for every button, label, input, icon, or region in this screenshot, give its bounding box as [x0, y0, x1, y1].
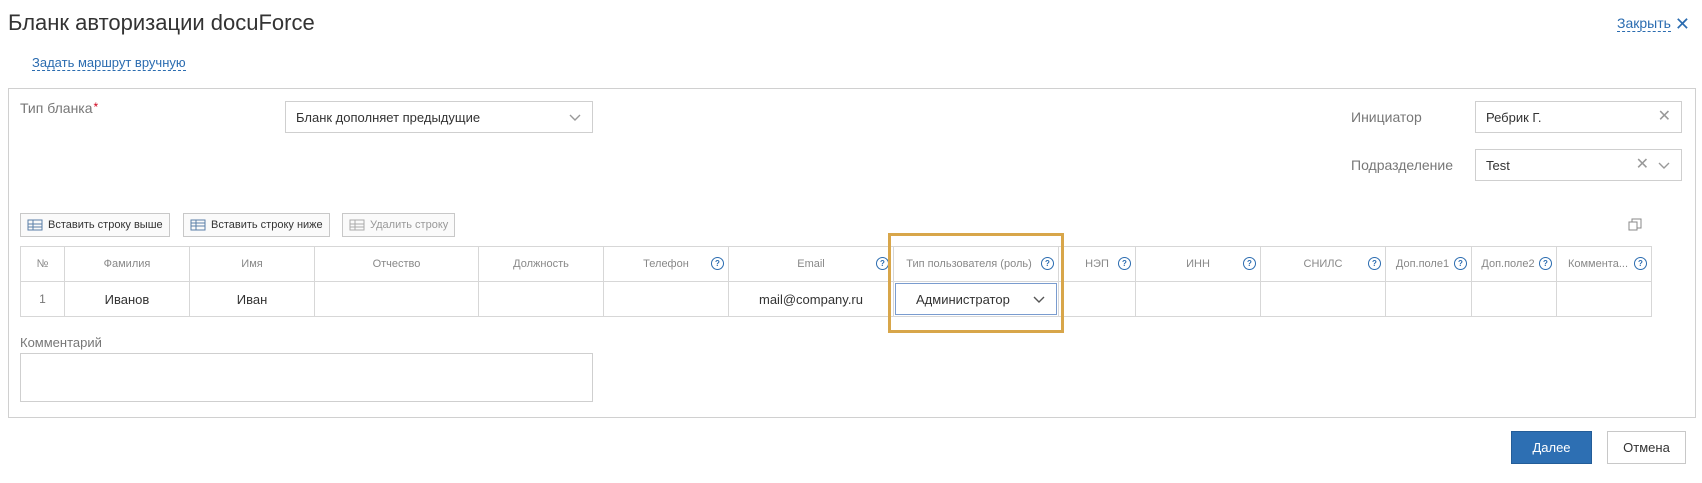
col-header-label: Коммента... [1567, 258, 1629, 270]
comment-label: Комментарий [20, 335, 102, 350]
cell-position[interactable] [478, 281, 604, 317]
department-label: Подразделение [1351, 157, 1454, 173]
chevron-down-icon[interactable] [1032, 292, 1046, 306]
manual-route-link[interactable]: Задать маршрут вручную [32, 55, 186, 71]
help-icon[interactable]: ? [1243, 257, 1256, 270]
cell-comment[interactable] [1556, 281, 1652, 317]
initiator-select[interactable]: Ребрик Г. ✕ [1475, 101, 1682, 133]
col-header-label: ИНН [1186, 258, 1210, 270]
role-select[interactable]: Администратор [895, 283, 1057, 315]
cell-snils[interactable] [1260, 281, 1386, 317]
cell-inn[interactable] [1135, 281, 1261, 317]
insert-row-above-icon [27, 219, 43, 231]
col-header-email: Email? [728, 246, 894, 282]
col-header-label: Телефон [643, 258, 689, 270]
help-icon[interactable]: ? [1041, 257, 1054, 270]
col-header-extra2: Доп.поле2? [1471, 246, 1557, 282]
insert-row-above-button[interactable]: Вставить строку выше [20, 213, 170, 237]
cancel-button[interactable]: Отмена [1607, 431, 1686, 464]
col-header-phone: Телефон? [603, 246, 729, 282]
blank-type-label: Тип бланка* [20, 100, 98, 116]
delete-row-button[interactable]: Удалить строку [342, 213, 456, 237]
insert-row-below-button[interactable]: Вставить строку ниже [183, 213, 330, 237]
delete-row-label: Удалить строку [370, 219, 449, 231]
col-header-middle-name: Отчество [314, 246, 479, 282]
cell-middle-name[interactable] [314, 281, 479, 317]
col-header-position: Должность [478, 246, 604, 282]
col-header-snils: СНИЛС? [1260, 246, 1386, 282]
cell-phone[interactable] [603, 281, 729, 317]
col-header-label: № [36, 258, 49, 270]
col-header-inn: ИНН? [1135, 246, 1261, 282]
col-header-role: Тип пользователя (роль)? [893, 246, 1059, 282]
initiator-label: Инициатор [1351, 109, 1422, 125]
comment-textarea[interactable] [20, 353, 593, 402]
col-header-label: Тип пользователя (роль) [906, 258, 1032, 270]
help-icon[interactable]: ? [876, 257, 889, 270]
blank-type-label-text: Тип бланка [20, 100, 93, 116]
help-icon[interactable]: ? [711, 257, 724, 270]
delete-row-icon [349, 219, 365, 231]
col-header-comment: Коммента...? [1556, 246, 1652, 282]
insert-row-below-label: Вставить строку ниже [211, 219, 323, 231]
table-header-row: № Фамилия Имя Отчество Должность Телефон… [20, 246, 1652, 282]
department-value: Test [1486, 157, 1510, 173]
cell-extra2[interactable] [1471, 281, 1557, 317]
table-row: 1 Иванов Иван mail@company.ru Администра… [20, 281, 1652, 317]
col-header-label: Доп.поле1 [1395, 258, 1450, 270]
col-header-num: № [20, 246, 65, 282]
col-header-label: СНИЛС [1303, 258, 1343, 270]
initiator-value: Ребрик Г. [1486, 109, 1542, 125]
blank-type-value: Бланк дополняет предыдущие [296, 109, 481, 125]
next-button[interactable]: Далее [1511, 431, 1592, 464]
help-icon[interactable]: ? [1454, 257, 1467, 270]
cell-first-name[interactable]: Иван [189, 281, 315, 317]
cell-last-name[interactable]: Иванов [64, 281, 190, 317]
cell-extra1[interactable] [1385, 281, 1472, 317]
clear-icon[interactable]: ✕ [1636, 157, 1649, 173]
help-icon[interactable]: ? [1368, 257, 1381, 270]
help-icon[interactable]: ? [1539, 257, 1552, 270]
department-select[interactable]: Test ✕ [1475, 149, 1682, 181]
col-header-label: НЭП [1085, 258, 1109, 270]
chevron-down-icon[interactable] [568, 110, 582, 124]
close-label[interactable]: Закрыть [1616, 15, 1671, 32]
cell-role[interactable]: Администратор [893, 281, 1059, 317]
col-header-label: Доп.поле2 [1481, 258, 1535, 270]
close-icon[interactable]: ✕ [1675, 15, 1690, 33]
insert-row-above-label: Вставить строку выше [48, 219, 163, 231]
clear-icon[interactable]: ✕ [1658, 109, 1671, 125]
col-header-label: Должность [513, 258, 569, 270]
required-mark: * [93, 100, 99, 114]
role-value: Администратор [916, 291, 1010, 307]
help-icon[interactable]: ? [1118, 257, 1131, 270]
close-button[interactable]: Закрыть ✕ [1616, 15, 1690, 33]
col-header-nep: НЭП? [1058, 246, 1136, 282]
help-icon[interactable]: ? [1634, 257, 1647, 270]
users-table: № Фамилия Имя Отчество Должность Телефон… [20, 246, 1652, 317]
expand-icon[interactable] [1628, 218, 1642, 237]
cell-email[interactable]: mail@company.ru [728, 281, 894, 317]
col-header-label: Фамилия [103, 258, 151, 270]
col-header-label: Email [797, 258, 825, 270]
col-header-last-name: Фамилия [64, 246, 190, 282]
chevron-down-icon[interactable] [1657, 158, 1671, 172]
blank-type-select[interactable]: Бланк дополняет предыдущие [285, 101, 593, 133]
col-header-label: Отчество [372, 258, 421, 270]
col-header-label: Имя [241, 258, 263, 270]
col-header-extra1: Доп.поле1? [1385, 246, 1472, 282]
col-header-first-name: Имя [189, 246, 315, 282]
insert-row-below-icon [190, 219, 206, 231]
dialog-title: Бланк авторизации docuForce [8, 10, 315, 35]
cell-nep[interactable] [1058, 281, 1136, 317]
cell-num: 1 [20, 281, 65, 317]
